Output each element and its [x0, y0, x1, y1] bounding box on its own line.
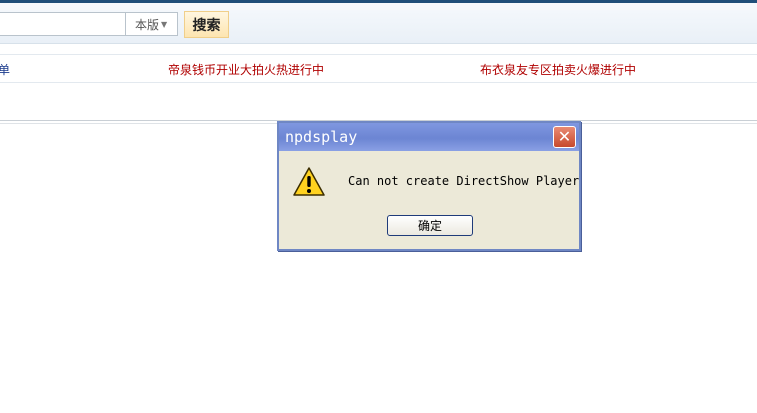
chevron-down-icon: ▼ — [161, 19, 168, 29]
dialog-title: npdsplay — [285, 128, 358, 146]
announcement-bar: 单 帝泉钱币开业大拍火热进行中 布衣泉友专区拍卖火爆进行中 — [0, 54, 757, 83]
announcement-link[interactable]: 布衣泉友专区拍卖火爆进行中 — [480, 61, 636, 78]
error-dialog: npdsplay ✕ Can not create DirectShow Pla… — [277, 121, 581, 251]
search-scope-label: 本版 — [135, 17, 160, 32]
search-input[interactable] — [0, 12, 126, 36]
dialog-titlebar[interactable]: npdsplay ✕ — [279, 123, 579, 151]
ok-button[interactable]: 确定 — [387, 215, 473, 236]
search-button[interactable]: 搜索 — [184, 11, 229, 38]
search-scope-select[interactable]: 本版 ▼ — [126, 12, 178, 36]
close-button[interactable]: ✕ — [553, 126, 576, 148]
warning-icon — [293, 167, 325, 196]
search-bar: 本版 ▼ 搜索 — [0, 3, 757, 44]
announcement-link[interactable]: 帝泉钱币开业大拍火热进行中 — [168, 61, 324, 78]
dialog-message: Can not create DirectShow Player — [348, 174, 580, 188]
close-icon: ✕ — [557, 127, 572, 146]
announcement-link[interactable]: 单 — [0, 61, 10, 78]
